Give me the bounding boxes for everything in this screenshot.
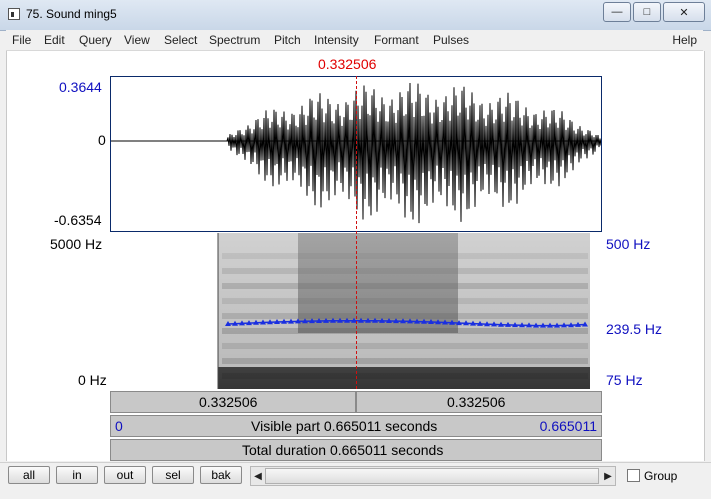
menu-spectrum[interactable]: Spectrum xyxy=(209,33,260,47)
left-time-label: 0.332506 xyxy=(199,394,258,410)
visible-end-label: 0.665011 xyxy=(539,418,597,434)
left-time-bar[interactable]: 0.332506 xyxy=(110,391,356,413)
zoom-back-button[interactable]: bak xyxy=(200,466,242,484)
waveform-min-label: -0.6354 xyxy=(54,212,102,228)
menu-pitch[interactable]: Pitch xyxy=(274,33,301,47)
menu-intensity[interactable]: Intensity xyxy=(314,33,359,47)
cursor-time-label: 0.332506 xyxy=(318,56,377,72)
visible-start-label: 0 xyxy=(115,418,123,434)
pitch-mid-label: 239.5 Hz xyxy=(606,321,663,337)
zoom-out-button[interactable]: out xyxy=(104,466,146,484)
menu-help[interactable]: Help xyxy=(672,33,697,47)
scroll-thumb[interactable] xyxy=(265,468,599,484)
horizontal-scrollbar[interactable]: ◀ ▶ xyxy=(250,466,616,486)
scroll-right-icon[interactable]: ▶ xyxy=(601,468,615,484)
pitch-bottom-label: 75 Hz xyxy=(606,372,643,388)
maximize-icon[interactable]: □ xyxy=(633,2,661,22)
menu-bar: File Edit Query View Select Spectrum Pit… xyxy=(6,30,703,51)
pitch-top-label: 500 Hz xyxy=(606,236,651,252)
window-title: 75. Sound ming5 xyxy=(26,7,117,21)
menu-file[interactable]: File xyxy=(12,33,31,47)
menu-query[interactable]: Query xyxy=(79,33,112,47)
waveform-zero-label: 0 xyxy=(98,132,106,148)
menu-formant[interactable]: Formant xyxy=(374,33,419,47)
group-checkbox[interactable] xyxy=(627,469,640,482)
window-controls: — □ ✕ xyxy=(601,2,705,22)
total-duration-bar[interactable]: Total duration 0.665011 seconds xyxy=(110,439,602,461)
total-duration-label: Total duration 0.665011 seconds xyxy=(242,442,444,458)
spectrogram-top-label: 5000 Hz xyxy=(50,236,103,252)
spectrogram-bottom-label: 0 Hz xyxy=(78,372,107,388)
right-time-bar[interactable]: 0.332506 xyxy=(356,391,602,413)
cursor-line[interactable] xyxy=(356,76,357,389)
visible-part-label: Visible part 0.665011 seconds xyxy=(251,418,438,434)
menu-edit[interactable]: Edit xyxy=(44,33,65,47)
close-icon[interactable]: ✕ xyxy=(663,2,705,22)
minimize-icon[interactable]: — xyxy=(603,2,631,22)
menu-pulses[interactable]: Pulses xyxy=(433,33,469,47)
zoom-all-button[interactable]: all xyxy=(8,466,50,484)
app-icon xyxy=(8,8,20,20)
title-bar: 75. Sound ming5 — □ ✕ xyxy=(0,0,711,31)
scroll-left-icon[interactable]: ◀ xyxy=(251,468,265,484)
menu-view[interactable]: View xyxy=(124,33,150,47)
zoom-in-button[interactable]: in xyxy=(56,466,98,484)
visible-part-bar[interactable]: 0 Visible part 0.665011 seconds 0.665011 xyxy=(110,415,602,437)
waveform-max-label: 0.3644 xyxy=(59,79,102,95)
group-label: Group xyxy=(644,469,678,483)
right-time-label: 0.332506 xyxy=(447,394,506,410)
menu-select[interactable]: Select xyxy=(164,33,197,47)
zoom-sel-button[interactable]: sel xyxy=(152,466,194,484)
